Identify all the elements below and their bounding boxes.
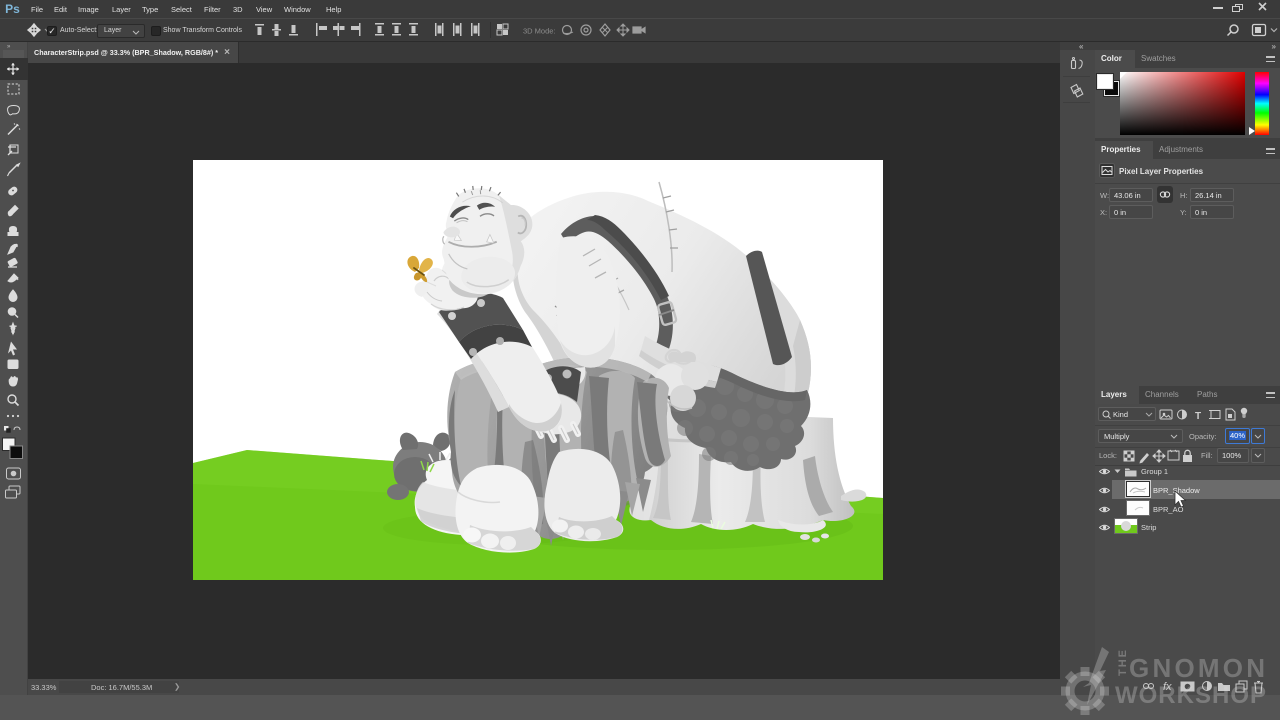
- svg-text:T: T: [9, 323, 17, 337]
- svg-text:»: »: [7, 44, 11, 50]
- svg-text:T: T: [1195, 411, 1201, 422]
- svg-text:3D Mode:: 3D Mode:: [523, 27, 556, 36]
- svg-text:fx: fx: [1163, 681, 1172, 693]
